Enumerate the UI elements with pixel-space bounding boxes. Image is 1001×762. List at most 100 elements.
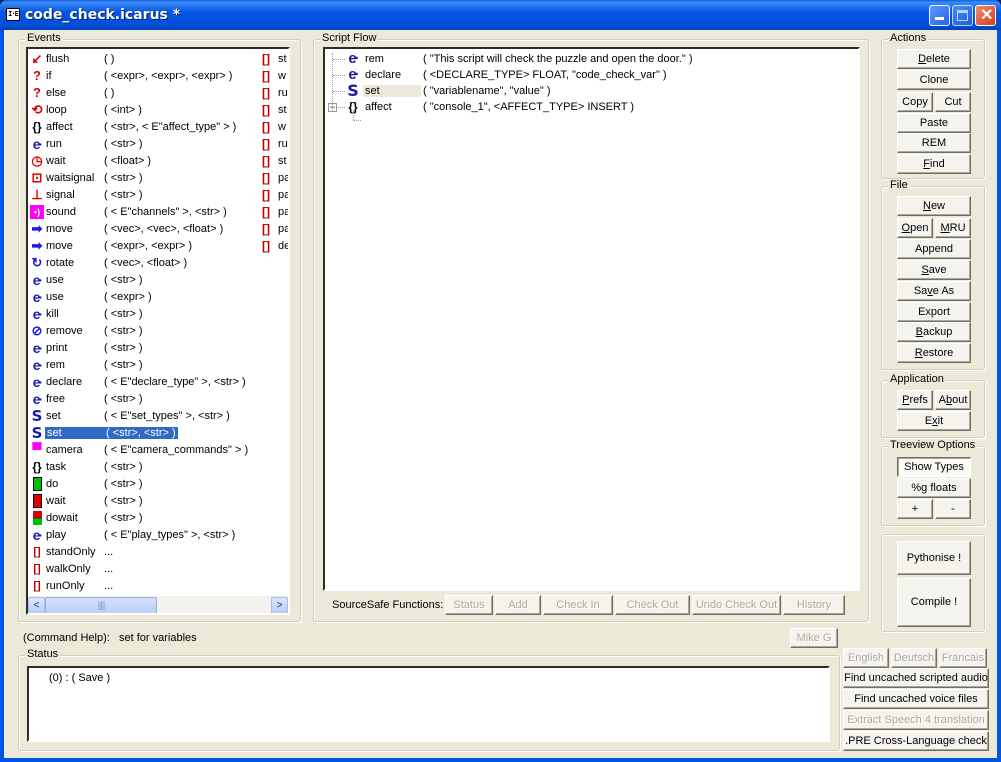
event-list-item[interactable]: [] pa <box>262 170 288 187</box>
deutsch-button[interactable]: Deutsch <box>891 648 937 668</box>
scroll-thumb[interactable]: ||||| <box>45 597 157 613</box>
event-list-item[interactable]: {} task ( <str> ) <box>30 459 288 476</box>
francais-button[interactable]: Francais <box>939 648 987 668</box>
script-flow-node[interactable]: e· rem ( "This script will check the puzzl… <box>345 51 845 67</box>
event-list-item[interactable]: e· use ( <str> ) <box>30 272 288 289</box>
append-button[interactable]: Append <box>897 239 971 259</box>
sourcesafe-undo-check-out-button[interactable]: Undo Check Out <box>692 595 781 615</box>
scroll-right-button[interactable]: > <box>271 597 288 613</box>
sourcesafe-add-button[interactable]: Add <box>495 595 541 615</box>
sourcesafe-status-button[interactable]: Status <box>445 595 493 615</box>
close-button[interactable]: ✕ <box>975 5 996 26</box>
event-list-item[interactable]: ➡ move ( <expr>, <expr> ) <box>30 238 288 255</box>
about-button[interactable]: About <box>935 390 971 410</box>
event-list-item[interactable]: [] ru <box>262 85 288 102</box>
event-list-item[interactable]: ⊘ remove ( <str> ) <box>30 323 288 340</box>
event-list-item[interactable]: ▀ camera ( < E"camera_commands" > ) <box>30 442 288 459</box>
find-button[interactable]: Find <box>897 154 971 174</box>
event-list-item[interactable]: [] st <box>262 51 288 68</box>
event-list-item[interactable]: e· kill ( <str> ) <box>30 306 288 323</box>
event-list-item[interactable]: [] standOnly... <box>30 544 288 561</box>
prefs-button[interactable]: Prefs <box>897 390 933 410</box>
cut-button[interactable]: Cut <box>935 92 971 112</box>
event-list-item[interactable]: [] pa <box>262 221 288 238</box>
paste-button[interactable]: Paste <box>897 113 971 133</box>
icarus-app-icon[interactable]: I·E <box>6 8 20 21</box>
show-types-toggle[interactable]: Show Types <box>897 457 971 477</box>
scroll-left-button[interactable]: < <box>28 597 45 613</box>
collapse-all-button[interactable]: - <box>935 499 971 519</box>
mru-button[interactable]: MRU <box>935 218 971 238</box>
compile-button[interactable]: Compile ! <box>897 578 971 627</box>
event-name: loop <box>46 104 67 116</box>
save-button[interactable]: Save <box>897 260 971 280</box>
event-list-item[interactable]: ➡ move ( <vec>, <vec>, <float> ) <box>30 221 288 238</box>
event-list-item[interactable]: Sset( <str>, <str> ) <box>30 425 288 442</box>
events-list[interactable]: ↙ flush ( )? if ( <expr>, <expr>, <expr> )? e… <box>26 47 290 615</box>
script-flow-node[interactable]: {} affect( "console_1", <AFFECT_TYPE> INS… <box>345 99 845 115</box>
event-list-item[interactable]: [] walkOnly... <box>30 561 288 578</box>
event-list-item[interactable]: e· declare ( < E"declare_type" >, <str> ) <box>30 374 288 391</box>
event-list-item[interactable]: ? if ( <expr>, <expr>, <expr> ) <box>30 68 288 85</box>
event-list-item[interactable]: █ wait ( <str> ) <box>30 493 288 510</box>
english-button[interactable]: English <box>843 648 889 668</box>
g-floats-toggle[interactable]: %g floats <box>897 478 971 498</box>
new-button[interactable]: New <box>897 196 971 216</box>
event-list-item[interactable]: e· free ( <str> ) <box>30 391 288 408</box>
event-list-item[interactable]: e· print ( <str> ) <box>30 340 288 357</box>
exit-button[interactable]: Exit <box>897 411 971 431</box>
user-button[interactable]: Mike G <box>790 628 838 648</box>
copy-button[interactable]: Copy <box>897 92 933 112</box>
extract-speech-button[interactable]: Extract Speech 4 translation <box>843 710 989 730</box>
event-list-item[interactable]: e· rem ( <str> ) <box>30 357 288 374</box>
event-list-item[interactable]: ◷ wait ( <float> ) <box>30 153 288 170</box>
event-list-item[interactable]: [] de <box>262 238 288 255</box>
event-list-item[interactable]: •) sound ( < E"channels" >, <str> ) <box>30 204 288 221</box>
event-list-item[interactable]: [] pa <box>262 204 288 221</box>
event-list-item[interactable]: [] w <box>262 119 288 136</box>
event-list-item[interactable]: █ do ( <str> ) <box>30 476 288 493</box>
open-button[interactable]: Open <box>897 218 933 238</box>
event-list-item[interactable]: ↙ flush ( ) <box>30 51 288 68</box>
event-list-item[interactable]: e· run ( <str> ) <box>30 136 288 153</box>
maximize-button[interactable] <box>952 5 973 26</box>
event-list-item[interactable]: Sset ( < E"set_types" >, <str> ) <box>30 408 288 425</box>
sourcesafe-history-button[interactable]: History <box>783 595 845 615</box>
event-list-item[interactable]: ⊥ signal ( <str> ) <box>30 187 288 204</box>
delete-button[interactable]: Delete <box>897 49 971 69</box>
script-flow-node[interactable]: e· declare( <DECLARE_TYPE> FLOAT, "code_c… <box>345 67 845 83</box>
event-list-item[interactable]: ⊡ waitsignal ( <str> ) <box>30 170 288 187</box>
event-list-item[interactable]: e· play ( < E"play_types" >, <str> ) <box>30 527 288 544</box>
event-list-item[interactable]: [] runOnly... <box>30 578 288 595</box>
event-list-item[interactable]: [] st <box>262 153 288 170</box>
event-list-item[interactable]: ⟲ loop ( <int> ) <box>30 102 288 119</box>
restore-button[interactable]: Restore <box>897 343 971 363</box>
event-list-item[interactable]: {} affect ( <str>, < E"affect_type" > ) <box>30 119 288 136</box>
find-uncached-audio-button[interactable]: Find uncached scripted audio <box>843 668 989 688</box>
event-list-item[interactable]: e· use ( <expr> ) <box>30 289 288 306</box>
sourcesafe-check-in-button[interactable]: Check In <box>543 595 613 615</box>
pythonise-button[interactable]: Pythonise ! <box>897 541 971 575</box>
event-list-item[interactable]: █ dowait ( <str> ) <box>30 510 288 527</box>
export-button[interactable]: Export <box>897 302 971 322</box>
script-flow-tree[interactable]: e· rem ( "This script will check the puzzl… <box>323 47 860 591</box>
backup-button[interactable]: Backup <box>897 322 971 342</box>
event-list-item[interactable]: [] w <box>262 68 288 85</box>
clone-button[interactable]: Clone <box>897 70 971 90</box>
events-horizontal-scrollbar[interactable]: < ||||| > <box>28 596 288 613</box>
minimize-button[interactable] <box>929 5 950 26</box>
title-bar[interactable]: I·E code_check.icarus * ✕ <box>0 0 1001 30</box>
pre-cross-language-check-button[interactable]: .PRE Cross-Language check <box>843 731 989 751</box>
event-list-item[interactable]: [] pa <box>262 187 288 204</box>
save-as-button[interactable]: Save As <box>897 281 971 301</box>
expand-all-button[interactable]: + <box>897 499 933 519</box>
event-list-item[interactable]: [] ru <box>262 136 288 153</box>
sourcesafe-check-out-button[interactable]: Check Out <box>615 595 690 615</box>
status-output[interactable]: (0) : ( Save ) <box>27 666 830 742</box>
event-list-item[interactable]: ↻ rotate ( <vec>, <float> ) <box>30 255 288 272</box>
script-flow-node[interactable]: Sset( "variablename", "value" ) <box>345 83 845 99</box>
event-list-item[interactable]: [] st <box>262 102 288 119</box>
event-list-item[interactable]: ? else ( ) <box>30 85 288 102</box>
rem-button[interactable]: REM <box>897 133 971 153</box>
find-uncached-voice-button[interactable]: Find uncached voice files <box>843 689 989 709</box>
